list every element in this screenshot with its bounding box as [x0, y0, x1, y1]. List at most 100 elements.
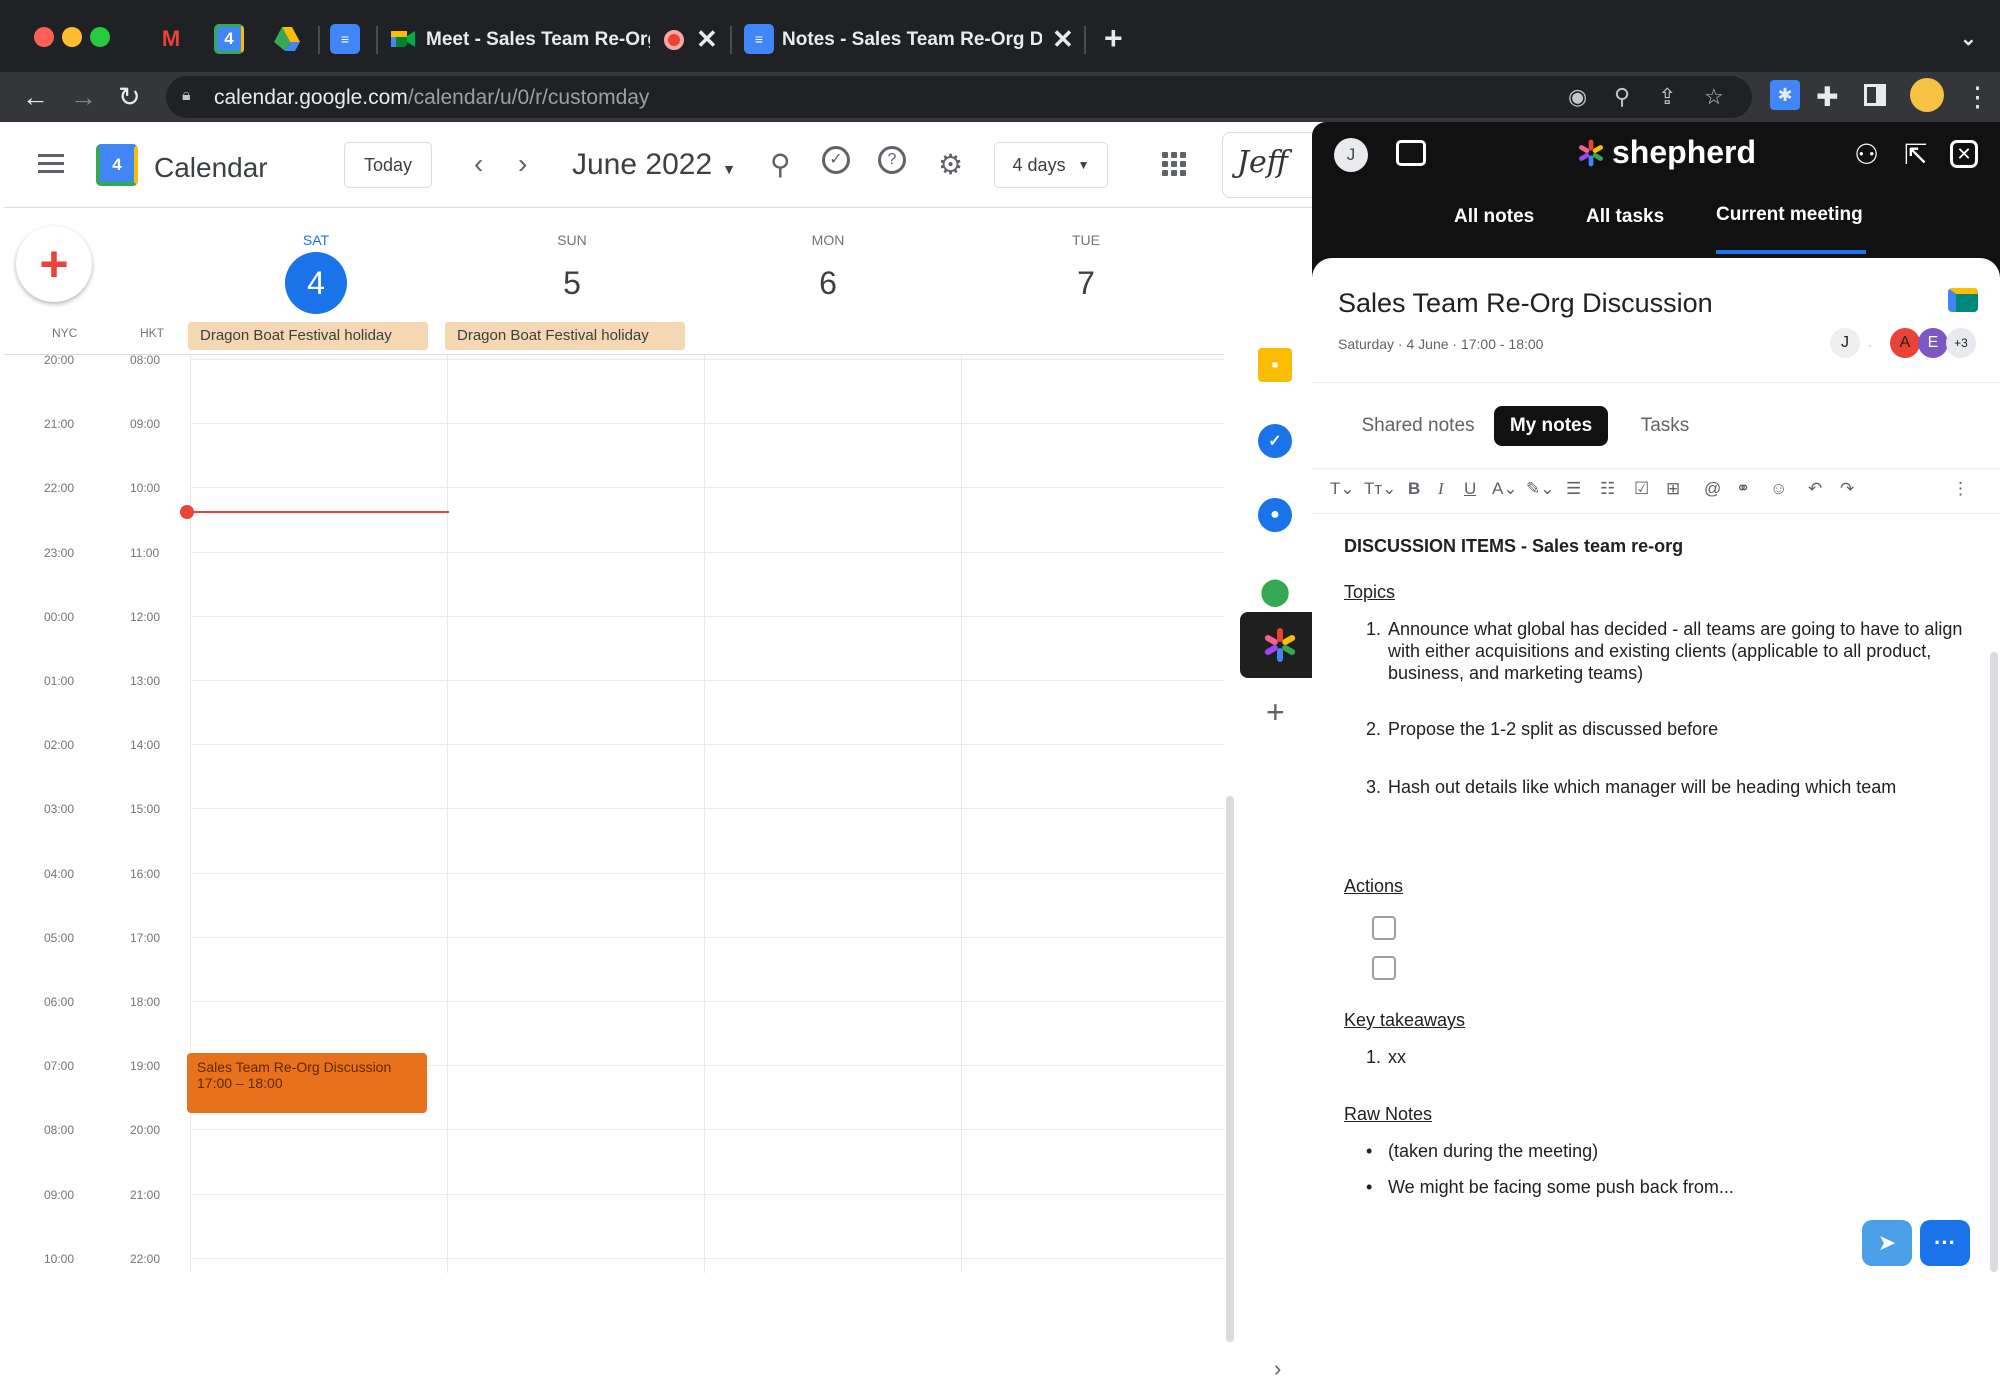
active-tab-indicator: [1716, 250, 1866, 254]
settings-gear-icon[interactable]: ⚙: [938, 148, 963, 181]
action-checkbox[interactable]: [1372, 956, 1396, 980]
time-label-hkt: 10:00: [130, 481, 161, 496]
window-maximize-button[interactable]: [90, 27, 110, 47]
tasks-icon[interactable]: ✓: [1258, 424, 1292, 458]
list-item: 3. Hash out details like which manager wi…: [1366, 777, 1897, 797]
redo-icon[interactable]: ↷: [1840, 479, 1854, 499]
time-label-hkt: 15:00: [130, 802, 161, 817]
puzzle-extensions-icon[interactable]: ✚: [1816, 82, 1839, 113]
attendee-more-count[interactable]: +3: [1946, 328, 1976, 358]
tab-shared-notes[interactable]: Shared notes: [1338, 406, 1498, 446]
chevron-left-icon[interactable]: ‹: [474, 148, 483, 180]
maps-pin-icon[interactable]: ⬤: [1258, 574, 1292, 608]
share-icon[interactable]: ⇪: [1658, 84, 1676, 110]
chevron-right-icon[interactable]: ›: [518, 148, 527, 180]
calendar-event[interactable]: Sales Team Re-Org Discussion 17:00 – 18:…: [187, 1053, 427, 1113]
tab-all-notes[interactable]: All notes: [1454, 206, 1534, 228]
action-checkbox[interactable]: [1372, 916, 1396, 940]
tab-notes-close-button[interactable]: ✕: [1052, 24, 1074, 55]
notes-editor[interactable]: DISCUSSION ITEMS - Sales team re-org Top…: [1332, 524, 1982, 1264]
keep-icon[interactable]: ▪: [1258, 348, 1292, 382]
tab-current-meeting[interactable]: Current meeting: [1716, 204, 1863, 226]
tab-tasks[interactable]: Tasks: [1630, 406, 1700, 446]
underline-icon[interactable]: U: [1464, 479, 1476, 499]
search-icon[interactable]: ⚲: [770, 148, 791, 181]
undo-icon[interactable]: ↶: [1808, 479, 1822, 499]
tab-my-notes[interactable]: My notes: [1494, 406, 1608, 446]
shepherd-addon-icon[interactable]: [1240, 612, 1320, 678]
apps-grid-icon[interactable]: [1162, 152, 1186, 176]
forward-arrow-icon[interactable]: →: [70, 82, 97, 113]
month-title[interactable]: June 2022 ▼: [572, 148, 736, 182]
mention-icon[interactable]: @: [1704, 479, 1721, 499]
table-icon[interactable]: ⊞: [1666, 479, 1680, 499]
day-number-today[interactable]: 4: [285, 252, 347, 314]
new-tab-button[interactable]: +: [1104, 20, 1123, 57]
more-options-icon[interactable]: ⋮: [1952, 479, 1969, 499]
checklist-icon[interactable]: ☑: [1634, 479, 1649, 499]
calendar-scrollbar[interactable]: [1226, 796, 1234, 1342]
day-number[interactable]: 7: [1055, 252, 1117, 314]
text-color-icon[interactable]: A⌄: [1492, 479, 1518, 499]
allday-event[interactable]: Dragon Boat Festival holiday: [188, 322, 428, 350]
today-button[interactable]: Today: [344, 142, 432, 188]
profile-avatar[interactable]: [1910, 78, 1944, 112]
attendee-avatar[interactable]: A: [1890, 328, 1920, 358]
bookmark-star-icon[interactable]: ☆: [1704, 84, 1724, 110]
tasks-check-icon[interactable]: ✓: [822, 146, 850, 174]
inbox-icon[interactable]: [1396, 140, 1426, 166]
side-panel-icon[interactable]: [1864, 84, 1886, 106]
bold-icon[interactable]: B: [1408, 479, 1420, 499]
window-minimize-button[interactable]: [62, 27, 82, 47]
tab-all-tasks[interactable]: All tasks: [1586, 206, 1664, 228]
highlight-icon[interactable]: ✎⌄: [1526, 479, 1555, 499]
more-actions-button[interactable]: ···: [1920, 1220, 1970, 1266]
hour-gridline: [190, 487, 1224, 489]
hour-gridline: [190, 744, 1224, 746]
allday-event[interactable]: Dragon Boat Festival holiday: [445, 322, 685, 350]
tab-search-chevron-icon[interactable]: ⌄: [1960, 26, 1977, 51]
emoji-icon[interactable]: ☺: [1770, 479, 1787, 499]
open-external-icon[interactable]: ⇱: [1904, 138, 1927, 171]
create-event-button[interactable]: +: [16, 226, 92, 302]
time-label-hkt: 16:00: [130, 866, 161, 881]
day-number[interactable]: 6: [797, 252, 859, 314]
address-bar[interactable]: 🔒︎ calendar.google.com/calendar/u/0/r/cu…: [166, 76, 1752, 118]
eye-icon[interactable]: ◉: [1568, 84, 1587, 110]
day-number[interactable]: 5: [541, 252, 603, 314]
send-button[interactable]: ➤: [1862, 1220, 1912, 1266]
italic-icon[interactable]: I: [1438, 479, 1444, 499]
add-addon-icon[interactable]: +: [1266, 694, 1285, 731]
view-selector[interactable]: 4 days ▼: [994, 142, 1108, 188]
google-meet-icon[interactable]: [1948, 288, 1978, 312]
hour-gridline: [190, 872, 1224, 874]
add-person-icon[interactable]: ⚇: [1854, 138, 1879, 171]
attendee-avatar[interactable]: E: [1918, 328, 1948, 358]
tab-meet-close-button[interactable]: ✕: [696, 24, 718, 55]
extension-icon[interactable]: ✱: [1770, 80, 1800, 110]
close-panel-icon[interactable]: ✕: [1950, 140, 1978, 168]
help-icon[interactable]: ?: [878, 146, 906, 174]
lock-icon[interactable]: 🔒︎: [182, 87, 191, 105]
font-size-icon[interactable]: Tт⌄: [1364, 479, 1396, 499]
day-of-week: TUE: [1072, 232, 1100, 248]
day-of-week: SUN: [557, 232, 587, 248]
attendee-avatar[interactable]: J: [1830, 328, 1860, 358]
zoom-icon[interactable]: ⚲: [1614, 84, 1630, 110]
time-grid[interactable]: 20:00 08:00 21:00 09:00 22:00 10:00 23:00 11:00…: [4, 353, 1224, 1273]
main-menu-icon[interactable]: [34, 148, 68, 182]
window-close-button[interactable]: [34, 27, 54, 47]
contacts-icon[interactable]: ●: [1258, 498, 1292, 532]
bullet-list-icon[interactable]: ☰: [1566, 479, 1581, 499]
kebab-menu-icon[interactable]: ⋮: [1964, 82, 1991, 113]
numbered-list-icon[interactable]: ☷: [1600, 479, 1615, 499]
browser-toolbar: ← → ↻ 🔒︎ calendar.google.com/calendar/u/…: [0, 72, 2000, 122]
user-avatar[interactable]: J: [1334, 138, 1368, 172]
chevron-right-icon[interactable]: ›: [1274, 1356, 1281, 1382]
text-style-icon[interactable]: T⌄: [1330, 479, 1355, 499]
notes-scrollbar[interactable]: [1990, 652, 1998, 1272]
hour-gridline: [190, 1001, 1224, 1002]
link-icon[interactable]: ⚭: [1736, 479, 1750, 499]
reload-icon[interactable]: ↻: [118, 82, 141, 113]
back-arrow-icon[interactable]: ←: [22, 82, 49, 113]
